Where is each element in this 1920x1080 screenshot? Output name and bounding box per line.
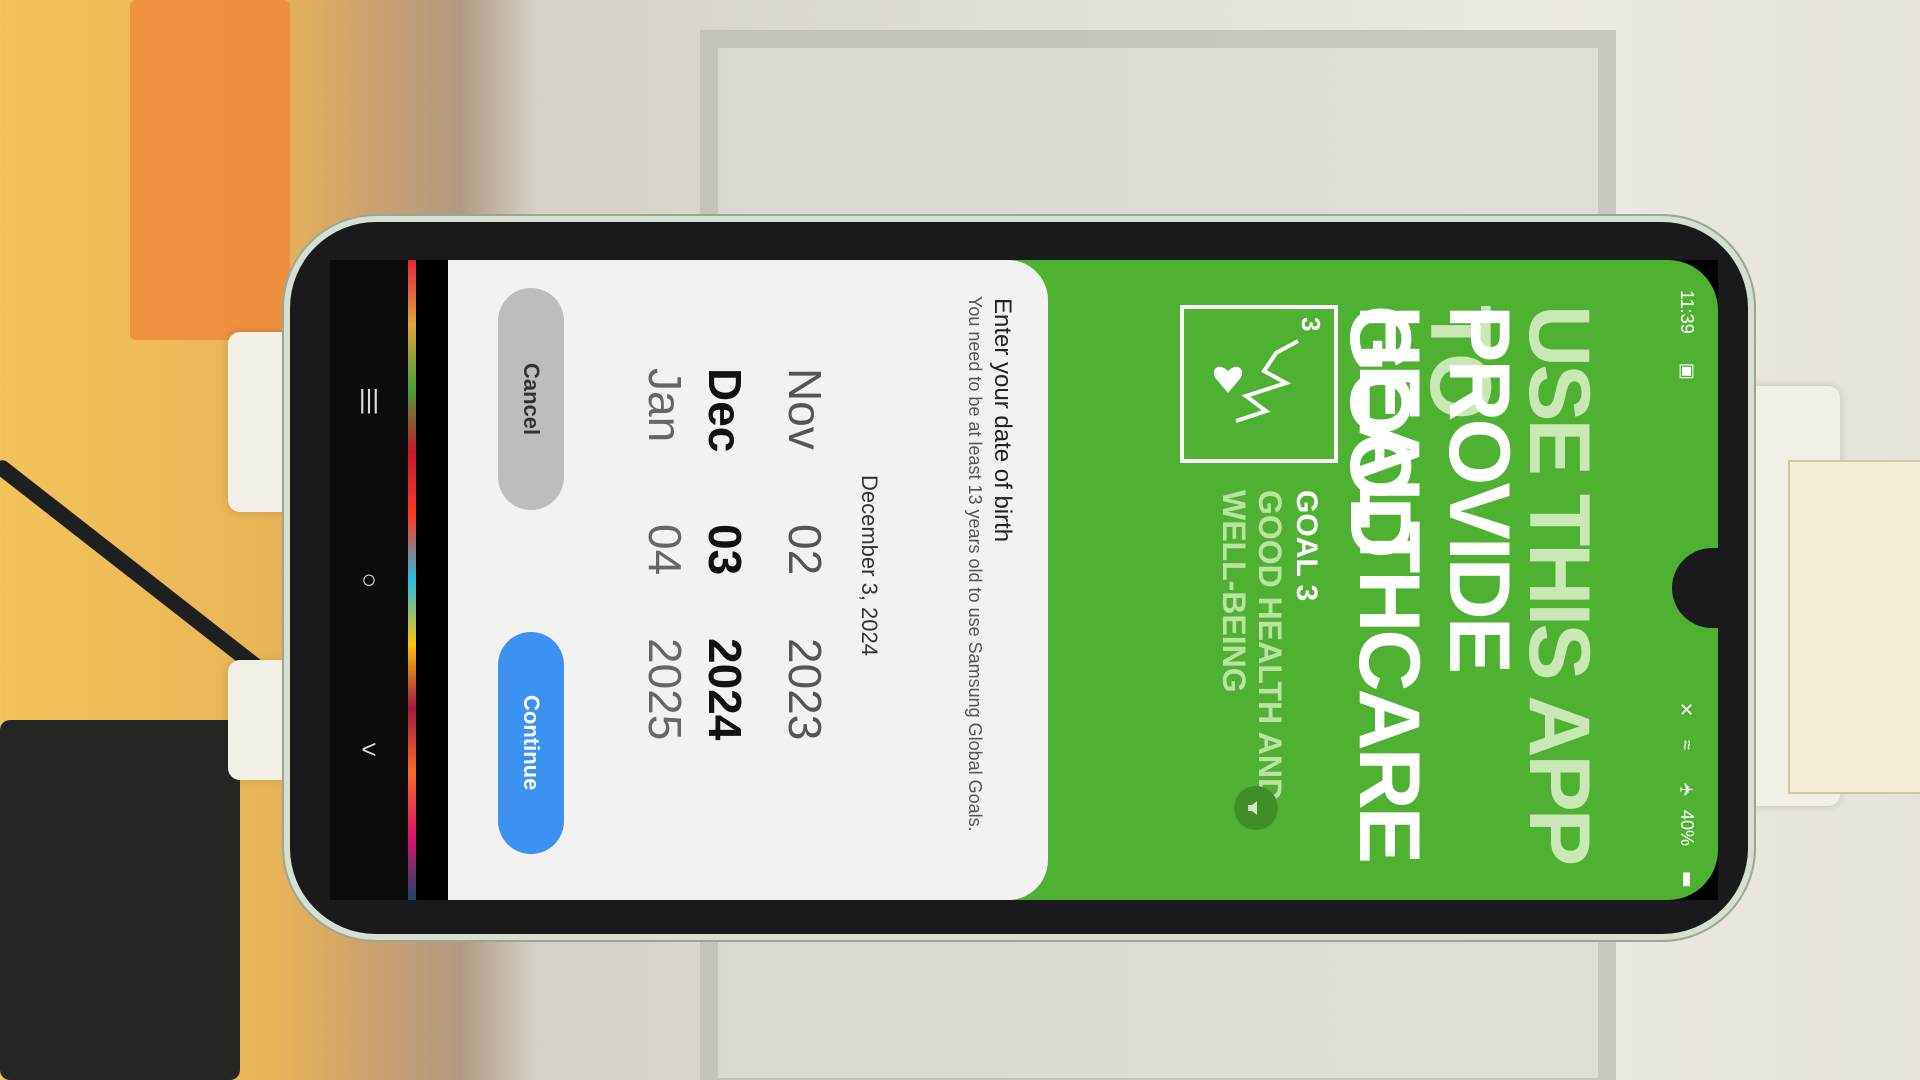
selected-date: December 3, 2024	[857, 475, 882, 656]
dialog-description: You need to be at least 13 years old to …	[965, 296, 985, 832]
phone-mount-left-bottom	[228, 660, 292, 780]
picker-month-selected[interactable]: Dec	[698, 368, 752, 452]
battery-percent: 40%	[1677, 810, 1697, 847]
background-block	[0, 720, 240, 1080]
picker-month-prev[interactable]: Nov	[778, 368, 832, 450]
picker-year-prev[interactable]: 2023	[778, 638, 832, 740]
sdg-color-stripe	[408, 260, 416, 900]
app-content: USE THIS APP TO PROVIDE GOOD HEALTHCARE …	[448, 260, 1718, 900]
picker-year-next[interactable]: 2025	[638, 638, 692, 740]
goal-3-icon: 3	[1180, 305, 1338, 463]
wifi-icon: ≈	[1677, 740, 1697, 750]
picker-month-next[interactable]: Jan	[638, 368, 692, 442]
goal-title: GOAL 3	[1290, 490, 1323, 602]
heartbeat-icon	[1213, 339, 1299, 423]
mute-icon: ✕	[1677, 700, 1697, 721]
continue-button[interactable]: Continue	[498, 632, 564, 854]
navigation-bar: ||| ○ <	[330, 260, 408, 900]
date-of-birth-dialog: Enter your date of birth You need to be …	[448, 260, 1048, 900]
status-time: 11:39	[1677, 290, 1697, 334]
banner-line-3: HEALTHCARE	[1341, 305, 1437, 862]
cancel-button[interactable]: Cancel	[498, 288, 564, 510]
recents-button[interactable]: |||	[350, 380, 388, 418]
back-button[interactable]: <	[350, 730, 388, 768]
battery-icon: ▮	[1677, 868, 1697, 889]
background-shelf	[130, 0, 290, 340]
picker-day-next[interactable]: 04	[638, 524, 692, 575]
dialog-title: Enter your date of birth	[989, 298, 1016, 543]
screenshot-icon: ▣	[1677, 360, 1697, 381]
phone-mount-left-top	[228, 332, 292, 512]
goal-number: 3	[1296, 317, 1326, 332]
home-button[interactable]: ○	[350, 560, 388, 598]
picker-day-selected[interactable]: 03	[698, 524, 752, 575]
audio-icon[interactable]	[1234, 786, 1278, 830]
phone-screen: USE THIS APP TO PROVIDE GOOD HEALTHCARE …	[408, 260, 1718, 900]
picker-year-selected[interactable]: 2024	[698, 638, 752, 740]
airplane-icon: ✈	[1677, 780, 1697, 801]
picker-day-prev[interactable]: 02	[778, 524, 832, 575]
background-label	[1788, 460, 1920, 794]
goal-subtitle: GOOD HEALTH AND WELL-BEING	[1216, 490, 1288, 802]
